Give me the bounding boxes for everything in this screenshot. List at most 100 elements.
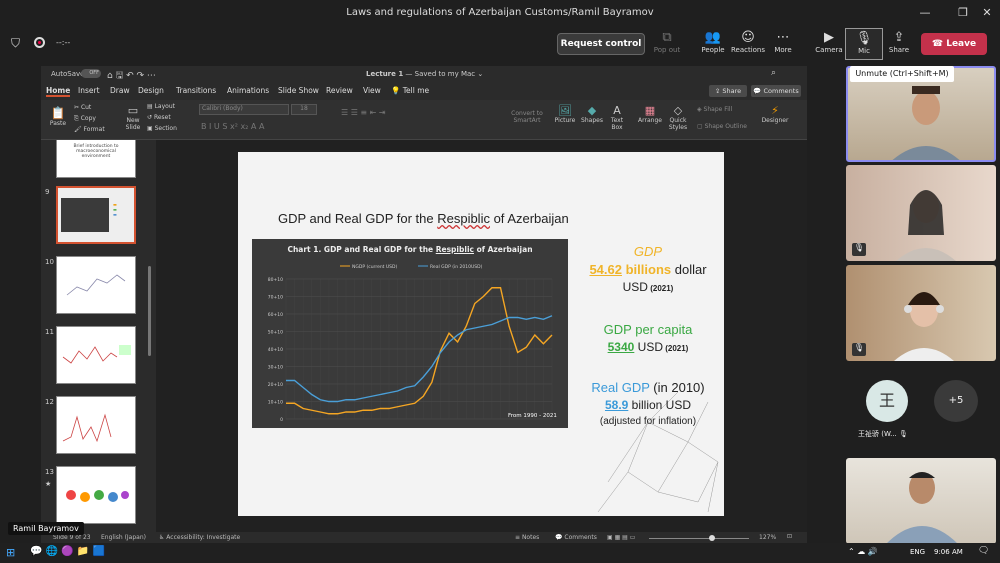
thumbnail-11[interactable]: [56, 326, 136, 384]
mic-button[interactable]: 🎙 Mic: [845, 28, 883, 60]
participant-tile-3[interactable]: 🎙: [846, 265, 996, 361]
minimize-icon[interactable]: —: [910, 0, 940, 26]
autosave-label: AutoSave: [51, 70, 85, 78]
teams-title-bar: Laws and regulations of Azerbaijan Custo…: [0, 0, 1000, 26]
close-icon[interactable]: ✕: [972, 0, 1000, 26]
mic-muted-icon: 🎙: [898, 430, 908, 438]
new-slide-button[interactable]: ▭ New Slide: [121, 104, 145, 131]
tray-icons[interactable]: ⌃ ☁ 🔊: [848, 547, 878, 556]
fit-slide-icon[interactable]: ⊡: [787, 533, 792, 540]
section-button[interactable]: ▣ Section: [147, 125, 177, 132]
search-icon[interactable]: ⌕: [771, 68, 776, 78]
tab-tell-me[interactable]: 💡 Tell me: [391, 86, 429, 95]
toolbar-icons[interactable]: ⌂ 🖫 ↶ ↷ ⋯: [107, 68, 156, 84]
thumbnail-13[interactable]: [56, 466, 136, 524]
thumbnail-12[interactable]: [56, 396, 136, 454]
people-button[interactable]: 👥 People: [694, 28, 732, 60]
thumbnail-10[interactable]: [56, 256, 136, 314]
more-participants[interactable]: +5: [934, 380, 978, 422]
thumbnail-9[interactable]: ▬ ▬ ▬: [56, 186, 136, 244]
tab-home[interactable]: Home: [46, 86, 71, 97]
input-language[interactable]: ENG: [910, 548, 925, 556]
tab-insert[interactable]: Insert: [78, 86, 100, 95]
thumbnail-8[interactable]: Brief introduction to macroeconomical en…: [56, 140, 136, 178]
paste-button[interactable]: 📋 Paste: [47, 106, 69, 127]
request-control-button[interactable]: Request control: [557, 33, 645, 55]
zoom-level[interactable]: 127%: [759, 534, 776, 541]
thumb-number: 13: [45, 468, 54, 476]
tab-draw[interactable]: Draw: [110, 86, 130, 95]
tab-animations[interactable]: Animations: [227, 86, 269, 95]
slide-thumbnails: Brief introduction to macroeconomical en…: [41, 140, 156, 532]
paragraph-buttons[interactable]: ☰ ☰ ≡ ⇤ ⇥: [341, 108, 386, 117]
taskbar-app-icons[interactable]: 💬 🌐 🟣 📁 🟦: [30, 546, 105, 557]
cut-button[interactable]: ✂ Cut: [74, 104, 91, 111]
arrange-button[interactable]: ▦ Arrange: [637, 104, 663, 124]
pop-out-button[interactable]: ⧉ Pop out: [648, 28, 686, 60]
camera-button[interactable]: ▶ Camera: [810, 28, 848, 60]
textbox-button[interactable]: A Text Box: [607, 104, 627, 131]
star-icon: ★: [45, 480, 52, 488]
shapes-button[interactable]: ◆ Shapes: [579, 104, 605, 124]
real-gdp-note: (adjusted for inflation): [599, 416, 697, 427]
comments-status-button[interactable]: 💬 Comments: [555, 534, 597, 541]
convert-smartart-button[interactable]: Convert to SmartArt: [507, 110, 547, 124]
font-size-select[interactable]: 18: [291, 104, 317, 115]
participant-avatar[interactable]: 王: [866, 380, 908, 422]
reactions-button[interactable]: ☺ Reactions: [729, 28, 767, 60]
font-format-buttons[interactable]: B I U S x² x₂ A A: [201, 122, 264, 131]
legend-entry: Real GDP (in 2010USD): [430, 264, 483, 270]
tab-transitions[interactable]: Transitions: [176, 86, 216, 95]
more-button[interactable]: ⋯ More: [764, 28, 802, 60]
ppt-titlebar: AutoSave OFF ⌂ 🖫 ↶ ↷ ⋯ Lecture 1 — Saved…: [41, 66, 807, 84]
windows-taskbar: ⊞ 💬 🌐 🟣 📁 🟦 ⌃ ☁ 🔊 ENG 9:06 AM 🗨: [0, 543, 1000, 563]
comments-ppt-button[interactable]: 💬 Comments: [751, 85, 801, 97]
autosave-toggle[interactable]: OFF: [81, 69, 101, 78]
tab-slideshow[interactable]: Slide Show: [278, 86, 319, 95]
windows-start-icon[interactable]: ⊞: [6, 546, 15, 559]
y-tick-label: 80+10: [268, 277, 283, 283]
tab-view[interactable]: View: [363, 86, 381, 95]
notification-icon[interactable]: 🗨: [978, 546, 989, 556]
tab-review[interactable]: Review: [326, 86, 353, 95]
notes-button[interactable]: ≡ Notes: [515, 534, 539, 541]
camera-icon: ▶: [824, 30, 834, 45]
y-tick-label: 30+10: [268, 365, 283, 371]
view-buttons[interactable]: ▣ ▦ ▤ ▭: [607, 534, 635, 541]
ribbon: 📋 Paste ✂ Cut ⎘ Copy 🖌 Format ▭ New Slide …: [41, 100, 807, 140]
accessibility-status[interactable]: ♿ Accessibility: Investigate: [159, 534, 240, 541]
y-tick-label: 40+10: [268, 347, 283, 353]
y-tick-label: 50+10: [268, 330, 283, 336]
quick-styles-button[interactable]: ◇ Quick Styles: [665, 104, 691, 131]
window-title: Laws and regulations of Azerbaijan Custo…: [346, 7, 654, 18]
participant-tile-6[interactable]: [846, 458, 996, 544]
shield-icon[interactable]: ⛉: [11, 36, 20, 51]
clock[interactable]: 9:06 AM: [934, 548, 963, 556]
share-button[interactable]: ⇪ Share: [880, 28, 918, 60]
share-icon: ⇪: [893, 30, 905, 45]
font-family-select[interactable]: Calibri (Body): [199, 104, 289, 115]
reset-button[interactable]: ↺ Reset: [147, 114, 171, 121]
zoom-slider[interactable]: [649, 535, 749, 541]
leave-button[interactable]: ☎ Leave: [921, 33, 987, 55]
record-icon[interactable]: [34, 37, 45, 48]
thumbnail-scrollbar[interactable]: [148, 266, 151, 356]
meeting-timer: --:--: [56, 38, 71, 47]
share-ppt-button[interactable]: ⇪ Share: [709, 85, 747, 97]
shape-fill-button[interactable]: ◈ Shape Fill: [697, 106, 732, 113]
copy-button[interactable]: ⎘ Copy: [74, 115, 96, 123]
language[interactable]: English (Japan): [101, 534, 146, 541]
format-button[interactable]: 🖌 Format: [74, 126, 105, 133]
participant-tile-2[interactable]: 🎙: [846, 165, 996, 261]
thumb-number: 11: [45, 328, 54, 336]
presenter-name-tag: Ramil Bayramov: [8, 522, 84, 535]
series-line-1: [286, 315, 553, 403]
layout-button[interactable]: ▤ Layout: [147, 103, 175, 110]
picture-button[interactable]: 🖼 Picture: [553, 104, 577, 124]
designer-button[interactable]: ⚡ Designer: [761, 104, 789, 124]
tab-design[interactable]: Design: [138, 86, 164, 95]
y-tick-label: 70+10: [268, 295, 283, 301]
shape-outline-button[interactable]: ▢ Shape Outline: [697, 123, 747, 130]
slide[interactable]: GDP and Real GDP for the Respiblic of Az…: [238, 152, 724, 516]
gdp-usd-line: USD (2021): [622, 280, 674, 294]
